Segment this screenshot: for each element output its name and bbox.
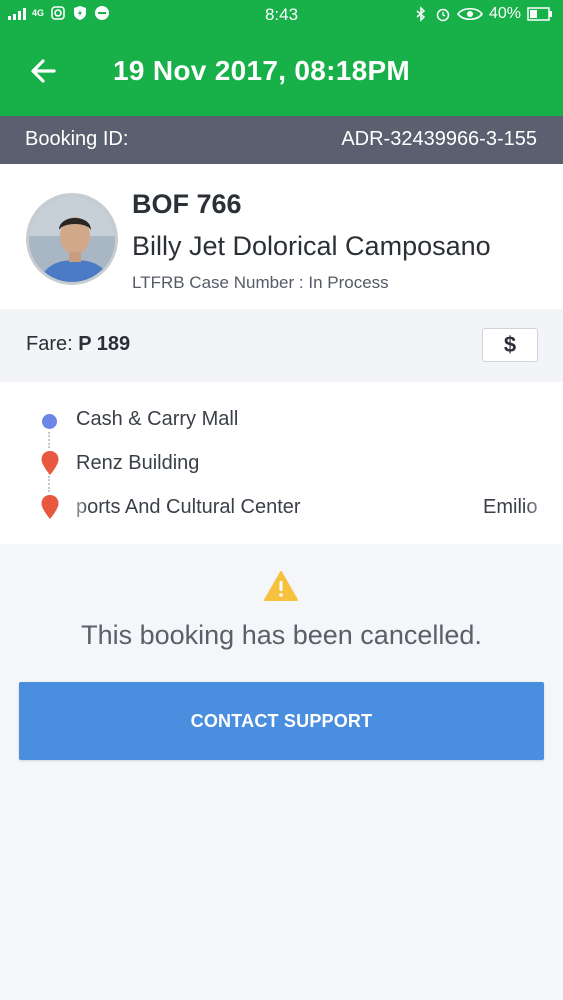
cancelled-message: This booking has been cancelled. xyxy=(81,620,482,650)
vehicle-plate: BOF 766 xyxy=(132,189,242,219)
route-stop-pickup: Cash & Carry Mall xyxy=(0,404,563,434)
driver-name: Billy Jet Dolorical Camposano xyxy=(132,231,491,261)
booking-id-label: Booking ID: xyxy=(25,128,129,150)
avatar xyxy=(26,193,118,285)
bluetooth-icon xyxy=(416,6,426,22)
arrow-left-icon[interactable] xyxy=(28,55,60,87)
marquee-fade-left xyxy=(60,492,90,522)
battery-percent: 40% xyxy=(488,5,521,22)
status-right: 40% xyxy=(413,5,553,23)
location-pin-icon xyxy=(41,495,59,519)
battery-icon xyxy=(527,7,552,21)
ltfrb-case-number: LTFRB Case Number : In Process xyxy=(132,273,389,292)
marquee-fade-right xyxy=(523,492,563,522)
stop-label: Renz Building xyxy=(76,452,200,474)
driver-card: BOF 766 Billy Jet Dolorical Camposano LT… xyxy=(0,164,563,309)
location-pin-icon xyxy=(41,451,59,475)
alarm-icon xyxy=(436,8,450,22)
driver-photo xyxy=(29,196,115,282)
pickup-dot-icon xyxy=(42,414,57,429)
route-connector xyxy=(48,476,51,492)
route-stop-dropoff: Renz Building xyxy=(0,448,563,478)
booking-id-bar: Booking ID: ADR-32439966-3-155 xyxy=(0,116,563,164)
eye-icon xyxy=(456,7,483,21)
booking-id-value: ADR-32439966-3-155 xyxy=(341,128,537,150)
app-header: 19 Nov 2017, 08:18PM xyxy=(0,29,563,116)
fare: Fare: P 189 xyxy=(26,333,130,356)
fare-row: Fare: P 189 $ xyxy=(0,309,563,382)
fare-details-button[interactable]: $ xyxy=(482,328,538,362)
fare-label: Fare: xyxy=(26,333,73,355)
route-stop-dropoff: ports And Cultural Center Emilio xyxy=(0,492,563,522)
route-list: Cash & Carry Mall Renz Building ports An… xyxy=(0,382,563,544)
page-title: 19 Nov 2017, 08:18PM xyxy=(113,55,411,86)
stop-label: ports And Cultural Center xyxy=(76,496,301,518)
stop-label: Cash & Carry Mall xyxy=(76,408,239,430)
status-bar: 4G 8:43 40% xyxy=(0,0,563,29)
warning-icon xyxy=(264,571,298,601)
contact-support-button[interactable]: CONTACT SUPPORT xyxy=(19,682,544,760)
fare-amount: P 189 xyxy=(78,333,131,355)
route-connector xyxy=(48,432,51,448)
